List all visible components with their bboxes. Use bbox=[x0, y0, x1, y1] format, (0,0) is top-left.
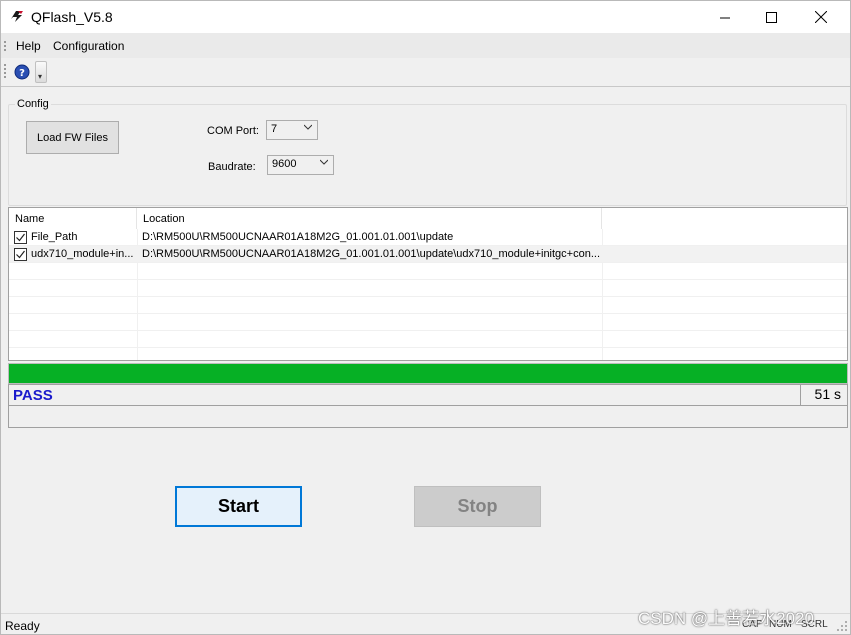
minimize-button[interactable] bbox=[702, 1, 748, 33]
chevron-down-icon: ▾ bbox=[38, 72, 43, 81]
resize-grip-icon[interactable] bbox=[836, 620, 848, 632]
maximize-button[interactable] bbox=[748, 1, 794, 33]
start-button[interactable]: Start bbox=[175, 486, 302, 527]
elapsed-time: 51 s bbox=[800, 385, 847, 405]
menu-help[interactable]: Help bbox=[16, 39, 41, 53]
config-group-label: Config bbox=[15, 98, 51, 110]
chevron-down-icon bbox=[304, 124, 312, 130]
com-port-value: 7 bbox=[271, 123, 278, 135]
menu-configuration[interactable]: Configuration bbox=[53, 39, 124, 53]
list-item[interactable]: udx710_module+in... D:\RM500U\RM500UCNAA… bbox=[9, 246, 847, 263]
baudrate-value: 9600 bbox=[272, 158, 297, 170]
result-status: PASS bbox=[13, 387, 53, 404]
column-header-location[interactable]: Location bbox=[137, 208, 602, 229]
list-header: Name Location bbox=[9, 208, 847, 229]
file-location: D:\RM500U\RM500UCNAAR01A18M2G_01.001.01.… bbox=[142, 231, 454, 243]
firmware-file-list[interactable]: Name Location File_Path D:\RM500U\RM500U… bbox=[8, 207, 848, 361]
help-icon[interactable]: ? bbox=[13, 62, 33, 82]
baudrate-label: Baudrate: bbox=[208, 161, 256, 173]
window-title: QFlash_V5.8 bbox=[31, 9, 113, 25]
qflash-window: QFlash_V5.8 Help Configuration ? ▾ Confi… bbox=[0, 0, 851, 635]
com-port-select[interactable]: 7 bbox=[266, 120, 318, 140]
toolbar: ? ▾ bbox=[1, 58, 850, 87]
minimize-icon bbox=[719, 17, 730, 18]
row-checkbox[interactable] bbox=[14, 248, 27, 261]
toolbar-dropdown[interactable]: ▾ bbox=[35, 61, 47, 83]
progress-bar bbox=[8, 363, 848, 384]
empty-row bbox=[9, 331, 847, 348]
chevron-down-icon bbox=[320, 159, 328, 165]
log-line bbox=[8, 406, 848, 428]
file-location: D:\RM500U\RM500UCNAAR01A18M2G_01.001.01.… bbox=[142, 248, 600, 260]
menu-bar: Help Configuration bbox=[1, 33, 850, 58]
menubar-grip[interactable] bbox=[4, 41, 6, 51]
svg-text:?: ? bbox=[19, 68, 25, 79]
empty-row bbox=[9, 263, 847, 280]
watermark: CSDN @上善若水2020 bbox=[638, 609, 814, 628]
checkmark-icon bbox=[16, 250, 25, 259]
qflash-logo-icon bbox=[11, 11, 23, 22]
empty-row bbox=[9, 314, 847, 331]
config-group bbox=[8, 104, 847, 206]
status-ready: Ready bbox=[5, 619, 40, 633]
checkmark-icon bbox=[16, 233, 25, 242]
column-header-name[interactable]: Name bbox=[9, 208, 137, 229]
row-checkbox[interactable] bbox=[14, 231, 27, 244]
list-item[interactable]: File_Path D:\RM500U\RM500UCNAAR01A18M2G_… bbox=[9, 229, 847, 246]
empty-row bbox=[9, 280, 847, 297]
toolbar-grip[interactable] bbox=[4, 64, 6, 78]
baudrate-select[interactable]: 9600 bbox=[267, 155, 334, 175]
file-name: File_Path bbox=[31, 231, 78, 243]
load-fw-files-button[interactable]: Load FW Files bbox=[26, 121, 119, 154]
file-name: udx710_module+in... bbox=[31, 248, 134, 260]
com-port-label: COM Port: bbox=[207, 125, 259, 137]
empty-row bbox=[9, 297, 847, 314]
close-button[interactable] bbox=[798, 1, 844, 33]
title-bar: QFlash_V5.8 bbox=[1, 1, 850, 33]
maximize-icon bbox=[765, 11, 777, 23]
stop-button[interactable]: Stop bbox=[414, 486, 541, 527]
progress-bar-fill bbox=[9, 364, 847, 383]
close-icon bbox=[815, 11, 827, 23]
result-row: PASS 51 s bbox=[8, 384, 848, 406]
